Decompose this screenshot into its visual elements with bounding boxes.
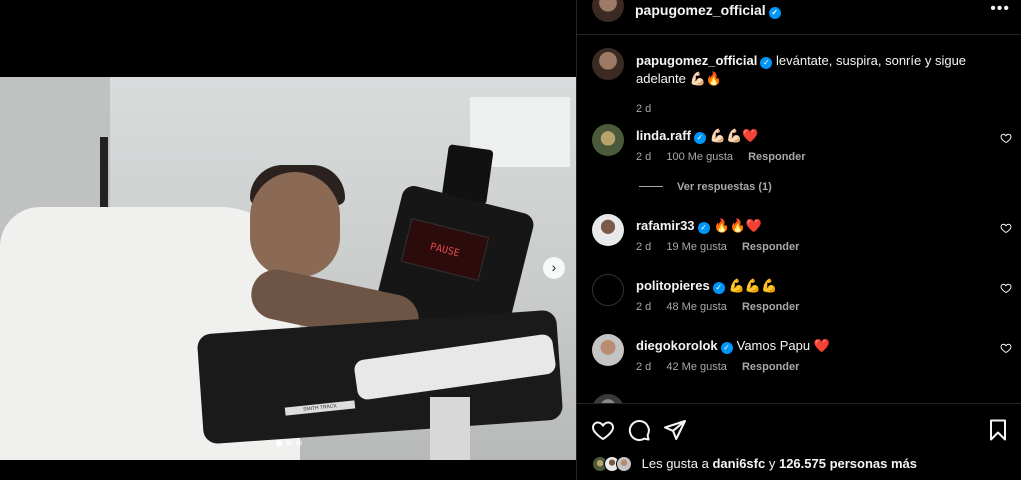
avatar[interactable] bbox=[592, 334, 624, 366]
comment: diegokorolok ✓ Vamos Papu ❤️ 2 d 42 Me gus… bbox=[592, 334, 1012, 384]
comment-time[interactable]: 2 d bbox=[636, 361, 651, 373]
comment-meta: 2 d 19 Me gusta Responder bbox=[636, 241, 811, 253]
comment-meta: 2 d 42 Me gusta Responder bbox=[636, 361, 811, 373]
likes-middle: y bbox=[768, 456, 776, 471]
comment-likes[interactable]: 19 Me gusta bbox=[666, 241, 727, 253]
reply-button[interactable]: Responder bbox=[742, 361, 799, 373]
comment-time[interactable]: 2 d bbox=[636, 241, 651, 253]
like-comment-heart-icon[interactable] bbox=[1000, 342, 1012, 354]
verified-badge-icon: ✓ bbox=[712, 282, 725, 294]
post-actions: Les gusta a dani6sfc y 126.575 personas … bbox=[577, 403, 1021, 480]
view-replies-button[interactable]: Ver respuestas (1) bbox=[639, 181, 772, 193]
liker-username[interactable]: dani6sfc bbox=[712, 456, 765, 471]
comment-author[interactable]: linda.raff bbox=[636, 128, 691, 143]
reply-button[interactable]: Responder bbox=[742, 301, 799, 313]
like-comment-heart-icon[interactable] bbox=[1000, 132, 1012, 144]
verified-badge-icon: ✓ bbox=[760, 57, 773, 69]
avatar[interactable] bbox=[592, 124, 624, 156]
comment-likes[interactable]: 42 Me gusta bbox=[666, 361, 727, 373]
next-slide-button[interactable]: › bbox=[543, 257, 565, 279]
comment: linda.raff ✓ 💪🏻💪🏻❤️ 2 d 100 Me gusta Respo… bbox=[592, 124, 1012, 174]
comment: politopieres ✓ 💪💪💪 2 d 48 Me gusta Respond… bbox=[592, 274, 1012, 324]
comment-likes[interactable]: 100 Me gusta bbox=[666, 151, 733, 163]
post-header: papugomez_official ✓ ••• bbox=[577, 0, 1021, 35]
carousel-indicator bbox=[276, 440, 302, 446]
avatar[interactable] bbox=[592, 48, 624, 80]
like-comment-heart-icon[interactable] bbox=[1000, 222, 1012, 234]
comment-line: politopieres ✓ 💪💪💪 bbox=[636, 278, 777, 294]
avatar bbox=[616, 456, 632, 472]
comments-list[interactable]: papugomez_official ✓ levántate, suspira, … bbox=[577, 36, 1021, 403]
comment: rafamir33 ✓ 🔥🔥❤️ 2 d 19 Me gusta Responder bbox=[592, 214, 1012, 264]
comment-author[interactable]: rafamir33 bbox=[636, 218, 695, 233]
view-replies-label[interactable]: Ver respuestas (1) bbox=[677, 181, 772, 193]
comment-time[interactable]: 2 d bbox=[636, 301, 651, 313]
post-panel: papugomez_official ✓ ••• papugomez_offici… bbox=[576, 0, 1021, 480]
carousel-dot bbox=[276, 440, 282, 446]
post-media[interactable]: PAUSE SMITH TRACK bbox=[0, 77, 576, 460]
verified-badge-icon: ✓ bbox=[768, 7, 781, 19]
chevron-right-icon: › bbox=[551, 259, 557, 275]
person-head bbox=[250, 172, 340, 277]
comment-text: 💪💪💪 bbox=[728, 278, 778, 293]
divider bbox=[639, 186, 663, 187]
post-author[interactable]: papugomez_official ✓ bbox=[635, 2, 781, 19]
comment-author[interactable]: politopieres bbox=[636, 278, 710, 293]
avatar[interactable] bbox=[592, 394, 624, 403]
comment-likes[interactable]: 48 Me gusta bbox=[666, 301, 727, 313]
verified-badge-icon: ✓ bbox=[693, 132, 706, 144]
caption-time[interactable]: 2 d bbox=[636, 103, 651, 115]
comment-time[interactable]: 2 d bbox=[636, 151, 651, 163]
likes-count[interactable]: 126.575 personas más bbox=[779, 456, 917, 471]
more-options-icon[interactable]: ••• bbox=[990, 0, 1010, 18]
verified-badge-icon: ✓ bbox=[697, 222, 710, 234]
verified-badge-icon: ✓ bbox=[720, 342, 733, 354]
carousel-dot bbox=[286, 440, 292, 446]
liker-avatars bbox=[592, 456, 638, 472]
avatar[interactable] bbox=[592, 274, 624, 306]
comment-meta: 2 d 100 Me gusta Responder bbox=[636, 151, 818, 163]
like-heart-icon[interactable] bbox=[591, 418, 615, 442]
likes-summary: Les gusta a dani6sfc y 126.575 personas … bbox=[592, 456, 917, 472]
treadmill-pole bbox=[430, 397, 470, 460]
comment-text: 🔥🔥❤️ bbox=[713, 218, 763, 233]
like-comment-heart-icon[interactable] bbox=[1000, 282, 1012, 294]
comment-line: diegokorolok ✓ Vamos Papu ❤️ bbox=[636, 338, 830, 354]
reply-button[interactable]: Responder bbox=[742, 241, 799, 253]
avatar[interactable] bbox=[592, 214, 624, 246]
comment-author[interactable]: diegokorolok bbox=[636, 338, 718, 353]
share-send-icon[interactable] bbox=[663, 418, 687, 442]
likes-prefix: Les gusta a bbox=[641, 456, 709, 471]
caption-text: papugomez_official ✓ levántate, suspira, … bbox=[636, 52, 1006, 88]
comment-partial bbox=[592, 394, 1012, 403]
comment-text: Vamos Papu ❤️ bbox=[736, 338, 830, 353]
caption-author[interactable]: papugomez_official bbox=[636, 53, 757, 68]
comment-bubble-icon[interactable] bbox=[627, 418, 651, 442]
carousel-dot bbox=[296, 440, 302, 446]
save-bookmark-icon[interactable] bbox=[986, 418, 1010, 442]
post-author-name[interactable]: papugomez_official bbox=[635, 2, 766, 18]
avatar[interactable] bbox=[592, 0, 624, 22]
comment-line: linda.raff ✓ 💪🏻💪🏻❤️ bbox=[636, 128, 758, 144]
reply-button[interactable]: Responder bbox=[748, 151, 805, 163]
comment-meta: 2 d 48 Me gusta Responder bbox=[636, 301, 811, 313]
comment-line: rafamir33 ✓ 🔥🔥❤️ bbox=[636, 218, 762, 234]
comment-text: 💪🏻💪🏻❤️ bbox=[709, 128, 759, 143]
